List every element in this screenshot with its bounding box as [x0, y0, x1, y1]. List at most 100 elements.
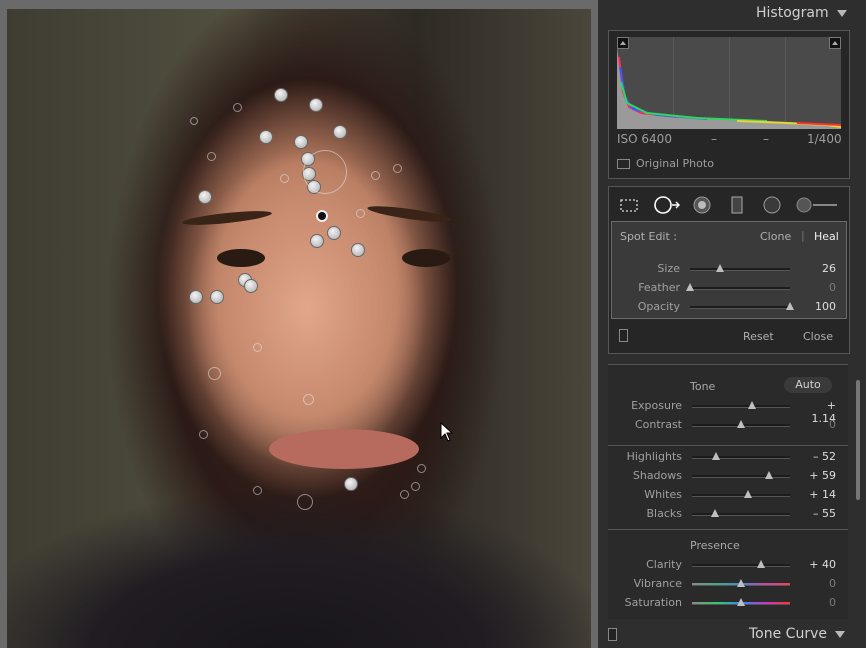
spot-edit-label: Spot Edit : [620, 230, 678, 243]
tone-curve-toggle-icon[interactable] [608, 628, 617, 641]
left-eye [217, 249, 265, 267]
heal-mode-button[interactable]: Heal [814, 230, 839, 243]
opacity-slider[interactable] [690, 306, 790, 309]
spot-area-ring [303, 150, 347, 194]
shadows-slider-thumb[interactable] [765, 471, 774, 479]
adjustment-brush-icon[interactable] [795, 195, 839, 215]
histogram-header[interactable]: Histogram [756, 5, 847, 21]
saturation-slider-thumb[interactable] [737, 598, 745, 606]
blacks-value[interactable]: – 55 [802, 507, 836, 520]
size-slider[interactable] [690, 268, 790, 271]
collapse-triangle-icon[interactable] [836, 9, 847, 17]
histogram-panel: ISO 6400 – – 1/400 Original Photo [608, 30, 850, 179]
shadows-value[interactable]: + 59 [802, 469, 836, 482]
collapse-triangle-icon[interactable] [834, 630, 845, 638]
feather-value[interactable]: 0 [802, 281, 836, 294]
feather-slider-thumb[interactable] [686, 283, 694, 291]
shutter-readout: 1/400 [807, 132, 842, 146]
spot-pin[interactable] [210, 290, 224, 304]
clarity-slider-thumb[interactable] [756, 560, 765, 568]
blacks-slider-thumb[interactable] [710, 509, 719, 517]
clarity-slider[interactable] [692, 564, 790, 567]
panel-scrollbar[interactable] [856, 380, 860, 500]
spot-area-ring [417, 464, 426, 473]
crop-overlay-icon[interactable] [619, 195, 639, 215]
spot-pin[interactable] [333, 125, 347, 139]
right-eye [402, 249, 450, 267]
highlights-slider[interactable] [692, 456, 790, 459]
divider [608, 445, 848, 446]
photo-canvas[interactable] [0, 0, 598, 648]
vibrance-value[interactable]: 0 [802, 577, 836, 590]
tone-curve-header[interactable]: Tone Curve [749, 626, 845, 642]
contrast-value[interactable]: 0 [802, 418, 836, 431]
size-value[interactable]: 26 [802, 262, 836, 275]
original-photo-toggle[interactable]: Original Photo [617, 157, 714, 170]
exposure-slider-thumb[interactable] [747, 401, 756, 409]
spot-area-ring [253, 343, 262, 352]
exposure-slider[interactable] [692, 405, 790, 408]
vibrance-label: Vibrance [633, 577, 682, 590]
blacks-label: Blacks [646, 507, 683, 520]
clarity-value[interactable]: + 40 [802, 558, 836, 571]
spot-pin[interactable] [344, 477, 358, 491]
opacity-slider-thumb[interactable] [786, 302, 794, 310]
saturation-label: Saturation [624, 596, 682, 609]
develop-right-panel: Histogram ISO 6400 – – 1/400 Original Ph… [598, 0, 866, 648]
size-label: Size [657, 262, 680, 275]
feather-slider[interactable] [690, 287, 790, 290]
mouse-cursor-icon [440, 422, 454, 442]
reset-button[interactable]: Reset [743, 330, 774, 343]
spot-pin[interactable] [310, 234, 324, 248]
spot-pin[interactable] [259, 130, 273, 144]
red-eye-icon[interactable] [692, 195, 712, 215]
histogram-graph[interactable] [617, 37, 841, 129]
left-eyebrow [181, 208, 273, 228]
spot-edit-panel: Spot Edit : Clone | Heal Size 26 Feather… [611, 221, 847, 319]
highlights-value[interactable]: – 52 [802, 450, 836, 463]
blacks-slider[interactable] [692, 513, 790, 516]
active-spot-pin[interactable] [316, 210, 328, 222]
spot-pin[interactable] [294, 135, 308, 149]
spot-pin[interactable] [274, 88, 288, 102]
spot-area-ring [233, 103, 242, 112]
whites-slider[interactable] [692, 494, 790, 497]
close-button[interactable]: Close [803, 330, 833, 343]
whites-label: Whites [644, 488, 682, 501]
spot-pin[interactable] [198, 190, 212, 204]
tone-curve-title: Tone Curve [749, 626, 827, 642]
whites-value[interactable]: + 14 [802, 488, 836, 501]
spot-area-ring [400, 490, 409, 499]
shadow-clipping-icon[interactable] [617, 37, 629, 49]
spot-pin[interactable] [244, 279, 258, 293]
spot-pin[interactable] [351, 243, 365, 257]
spot-area-ring [199, 430, 208, 439]
size-slider-thumb[interactable] [716, 264, 724, 272]
contrast-slider-thumb[interactable] [737, 420, 745, 428]
spot-pin[interactable] [327, 226, 341, 240]
panel-toggle-switch-icon[interactable] [619, 329, 628, 342]
spot-pin[interactable] [189, 290, 203, 304]
auto-tone-button[interactable]: Auto [784, 377, 832, 393]
spot-area-ring [371, 171, 380, 180]
clone-mode-button[interactable]: Clone [760, 230, 791, 243]
spot-area-ring [280, 174, 289, 183]
shadows-label: Shadows [632, 469, 682, 482]
spot-pin[interactable] [309, 98, 323, 112]
spot-area-ring [190, 117, 198, 125]
spot-removal-icon[interactable] [653, 195, 681, 215]
shadows-slider[interactable] [692, 475, 790, 478]
original-photo-label: Original Photo [636, 157, 714, 170]
whites-slider-thumb[interactable] [743, 490, 752, 498]
vibrance-slider-thumb[interactable] [737, 579, 745, 587]
graduated-filter-icon[interactable] [727, 195, 747, 215]
highlights-slider-thumb[interactable] [711, 452, 720, 460]
presence-section-title: Presence [690, 539, 740, 552]
highlight-clipping-icon[interactable] [829, 37, 841, 49]
saturation-value[interactable]: 0 [802, 596, 836, 609]
opacity-value[interactable]: 100 [802, 300, 836, 313]
iso-readout: ISO 6400 [617, 132, 672, 146]
portrait-photo[interactable] [7, 9, 591, 648]
checkbox-icon[interactable] [617, 159, 630, 169]
radial-filter-icon[interactable] [762, 195, 782, 215]
